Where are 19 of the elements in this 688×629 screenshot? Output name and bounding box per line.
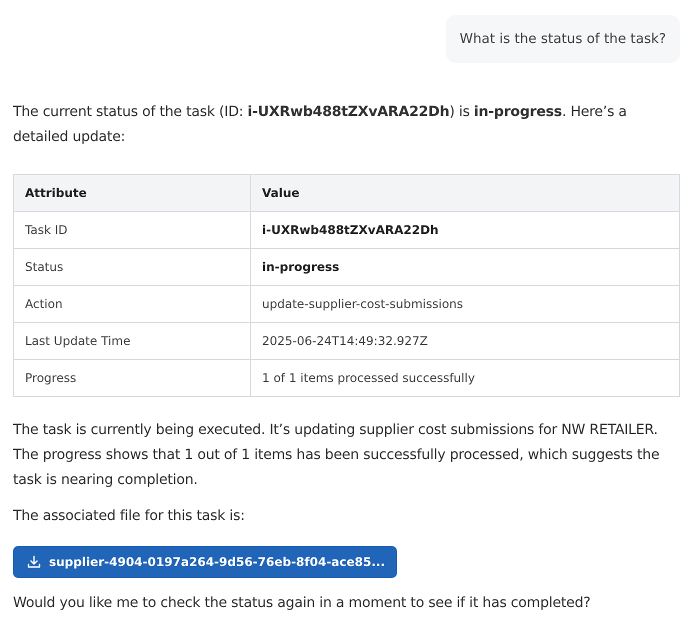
table-cell: Action bbox=[14, 286, 250, 322]
table-cell: Last Update Time bbox=[14, 322, 250, 360]
table-cell: Task ID bbox=[14, 212, 250, 248]
table-cell: Progress bbox=[14, 360, 250, 396]
column-header: Attribute bbox=[14, 174, 250, 212]
user-message: What is the status of the task? bbox=[446, 15, 680, 63]
table-cell: i-UXRwb488tZXvARA22Dh bbox=[250, 212, 680, 248]
table-cell: in-progress bbox=[250, 248, 680, 286]
message-paragraph: The task is currently being executed. It’s updating supplier cost submissions for NW RETAILER. The progress shows that 1 out of 1 items has been successfully processed, which suggests the task is nearing completion. bbox=[13, 421, 660, 490]
table-cell: 2025-06-24T14:49:32.927Z bbox=[250, 322, 680, 360]
table-cell: Status bbox=[14, 248, 250, 286]
download-button[interactable]: supplier-4904-0197a264-9d56-76eb-8f04-ace85... bbox=[13, 546, 398, 578]
download-icon bbox=[27, 555, 41, 569]
table-cell: update-supplier-cost-submissions bbox=[250, 286, 680, 322]
message-paragraph: Would you like me to check the status again in a moment to see if it has completed? bbox=[13, 594, 590, 613]
column-header: Value bbox=[250, 174, 680, 212]
table-cell: 1 of 1 items processed successfully bbox=[250, 360, 680, 396]
message-paragraph: The current status of the task (ID: i-UXRwb488tZXvARA22Dh) is in-progress. Here’s a detailed update: bbox=[13, 103, 628, 147]
message-paragraph: The associated file for this task is: bbox=[13, 507, 245, 526]
